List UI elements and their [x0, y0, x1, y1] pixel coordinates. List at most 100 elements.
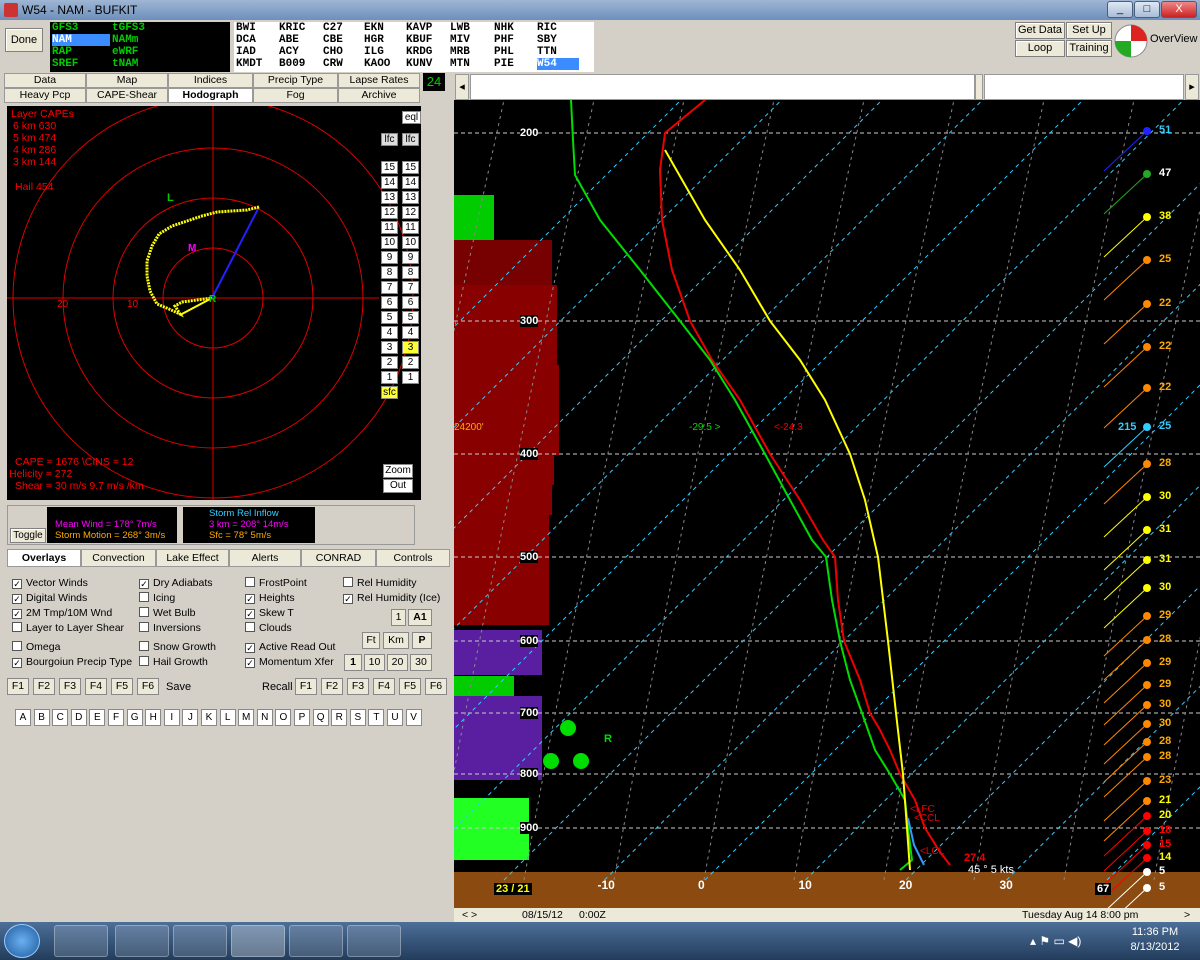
- level-button-right[interactable]: 12: [402, 206, 419, 219]
- checkbox-icon[interactable]: [12, 641, 22, 651]
- fkey-f2[interactable]: F2: [33, 678, 55, 695]
- model-option[interactable]: eWRF: [112, 46, 172, 58]
- checkbox-icon[interactable]: ✓: [12, 609, 22, 619]
- tab-archive[interactable]: Archive: [338, 88, 420, 103]
- level-button-right[interactable]: 6: [402, 296, 419, 309]
- overview-logo-icon[interactable]: [1114, 24, 1148, 58]
- overlay-checkbox[interactable]: Omega: [12, 640, 60, 654]
- overlay-checkbox[interactable]: Inversions: [139, 621, 201, 635]
- model-option[interactable]: tGFS3: [112, 22, 172, 34]
- magnifier-icon[interactable]: [173, 925, 227, 957]
- level-button-right[interactable]: 5: [402, 311, 419, 324]
- checkbox-icon[interactable]: [245, 577, 255, 587]
- letter-button-n[interactable]: N: [256, 709, 273, 726]
- level-button-left[interactable]: 14: [381, 176, 398, 189]
- level-button-right[interactable]: 2: [402, 356, 419, 369]
- time-scrollbar-right[interactable]: [984, 74, 1184, 100]
- checkbox-icon[interactable]: [139, 592, 149, 602]
- station-option[interactable]: PHL: [494, 46, 536, 58]
- station-option[interactable]: MRB: [450, 46, 492, 58]
- checkbox-icon[interactable]: ✓: [12, 594, 22, 604]
- tab-indices[interactable]: Indices: [168, 73, 253, 88]
- lfc-button-right[interactable]: lfc: [402, 133, 419, 146]
- lfc-button-left[interactable]: lfc: [381, 133, 398, 146]
- checkbox-icon[interactable]: ✓: [245, 594, 255, 604]
- subtab-overlays[interactable]: Overlays: [7, 549, 81, 567]
- level-button-right[interactable]: 11: [402, 221, 419, 234]
- checkbox-icon[interactable]: [343, 577, 353, 587]
- eql-button[interactable]: eql: [402, 111, 421, 124]
- overlay-checkbox[interactable]: Snow Growth: [139, 640, 216, 654]
- step-1-button[interactable]: 1: [344, 654, 362, 671]
- overlay-checkbox[interactable]: FrostPoint: [245, 576, 307, 590]
- station-option[interactable]: B009: [279, 58, 321, 70]
- overlay-checkbox[interactable]: ✓ Skew T: [245, 606, 294, 620]
- letter-button-r[interactable]: R: [331, 709, 348, 726]
- checkbox-icon[interactable]: [139, 607, 149, 617]
- station-option[interactable]: PHF: [494, 34, 536, 46]
- station-option[interactable]: KAOO: [364, 58, 406, 70]
- level-button-right[interactable]: 15: [402, 161, 419, 174]
- tab-fog[interactable]: Fog: [253, 88, 338, 103]
- station-option[interactable]: LWB: [450, 22, 492, 34]
- letter-button-q[interactable]: Q: [312, 709, 329, 726]
- overlay-checkbox[interactable]: Layer to Layer Shear: [12, 621, 124, 635]
- overlay-checkbox[interactable]: ✓ Active Read Out: [245, 640, 335, 654]
- time-scrollbar-left[interactable]: [470, 74, 975, 100]
- overview-label[interactable]: OverView: [1150, 33, 1197, 45]
- letter-button-v[interactable]: V: [405, 709, 422, 726]
- overlay-checkbox[interactable]: ✓ Heights: [245, 591, 295, 605]
- station-option[interactable]: TTN: [537, 46, 579, 58]
- station-option[interactable]: KBUF: [406, 34, 448, 46]
- status-nav-arrows[interactable]: < >: [462, 908, 477, 922]
- overlay-checkbox[interactable]: Wet Bulb: [139, 606, 195, 620]
- letter-button-m[interactable]: M: [238, 709, 255, 726]
- model-option[interactable]: SREF: [52, 58, 110, 70]
- start-orb-icon[interactable]: [4, 924, 40, 958]
- sfc-button[interactable]: sfc: [381, 386, 398, 399]
- scroll-thumb[interactable]: [975, 74, 983, 100]
- fkey-f1[interactable]: F1: [295, 678, 317, 695]
- letter-button-f[interactable]: F: [108, 709, 124, 726]
- level-button-left[interactable]: 10: [381, 236, 398, 249]
- station-option[interactable]: CRW: [323, 58, 365, 70]
- tab-data[interactable]: Data: [4, 73, 86, 88]
- level-button-right[interactable]: 4: [402, 326, 419, 339]
- overlay-checkbox[interactable]: Icing: [139, 591, 175, 605]
- station-option[interactable]: ILG: [364, 46, 406, 58]
- subtab-convection[interactable]: Convection: [81, 549, 156, 567]
- model-option[interactable]: RAP: [52, 46, 110, 58]
- letter-button-p[interactable]: P: [294, 709, 310, 726]
- station-option[interactable]: PIE: [494, 58, 536, 70]
- forecast-hour-box[interactable]: 24: [423, 73, 445, 91]
- letter-button-o[interactable]: O: [275, 709, 292, 726]
- fkey-f3[interactable]: F3: [59, 678, 81, 695]
- checkbox-icon[interactable]: ✓: [245, 643, 255, 653]
- letter-button-u[interactable]: U: [387, 709, 403, 726]
- close-button[interactable]: X: [1161, 1, 1197, 18]
- checkbox-icon[interactable]: [139, 641, 149, 651]
- station-option[interactable]: NHK: [494, 22, 536, 34]
- station-option[interactable]: KAVP: [406, 22, 448, 34]
- step-20-button[interactable]: 20: [387, 654, 408, 671]
- scroll-left-arrow-icon[interactable]: ◂: [455, 74, 469, 100]
- zoom-out-button[interactable]: Out: [383, 479, 413, 493]
- letter-button-h[interactable]: H: [145, 709, 162, 726]
- set-up-button[interactable]: Set Up: [1066, 22, 1112, 39]
- status-nav-right[interactable]: >: [1184, 908, 1190, 922]
- overlay-checkbox[interactable]: ✓ Dry Adiabats: [139, 576, 213, 590]
- model-option[interactable]: tNAM: [112, 58, 172, 70]
- tab-lapse-rates[interactable]: Lapse Rates: [338, 73, 420, 88]
- station-option[interactable]: C27: [323, 22, 365, 34]
- overlay-checkbox[interactable]: ✓ Digital Winds: [12, 591, 87, 605]
- tab-hodograph[interactable]: Hodograph: [168, 88, 253, 103]
- station-option[interactable]: W54: [537, 58, 579, 70]
- level-button-right[interactable]: 7: [402, 281, 419, 294]
- checkbox-icon[interactable]: [245, 622, 255, 632]
- step-10-button[interactable]: 10: [364, 654, 385, 671]
- letter-button-e[interactable]: E: [89, 709, 106, 726]
- level-button-left[interactable]: 8: [381, 266, 398, 279]
- level-button-left[interactable]: 3: [381, 341, 398, 354]
- level-button-right[interactable]: 10: [402, 236, 419, 249]
- checkbox-icon[interactable]: [12, 622, 22, 632]
